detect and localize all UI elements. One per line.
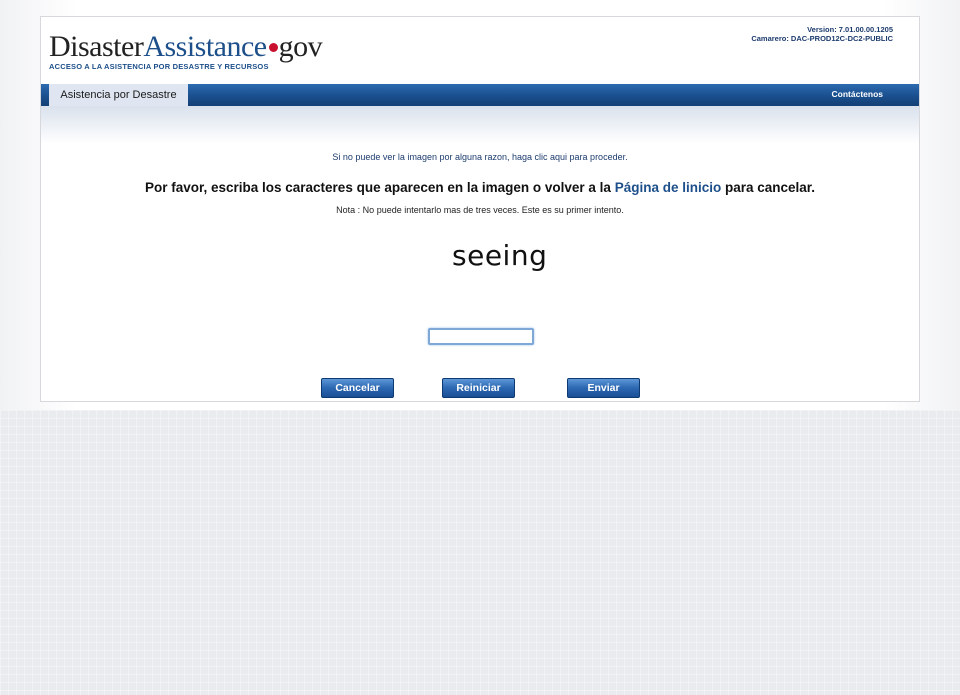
contact-link[interactable]: Contáctenos: [832, 84, 883, 106]
submit-button[interactable]: Enviar: [567, 378, 640, 398]
main-panel: DisasterAssistance gov ACCESO A LA ASISTE…: [40, 16, 920, 402]
version-text: Version: 7.01.00.00.1205: [807, 25, 893, 34]
captcha-image: seeing: [452, 239, 548, 272]
home-page-link[interactable]: Página de linicio: [615, 180, 722, 195]
logo-tagline: ACCESO A LA ASISTENCIA POR DESASTRE Y RE…: [49, 62, 269, 71]
instruction-post: para cancelar.: [721, 180, 816, 195]
site-header: DisasterAssistance gov ACCESO A LA ASISTE…: [41, 17, 919, 84]
proceed-link[interactable]: Si no puede ver la imagen por alguna raz…: [41, 152, 919, 162]
tab-disaster-assistance[interactable]: Asistencia por Desastre: [49, 84, 188, 106]
logo-wordmark: DisasterAssistance gov: [49, 30, 323, 63]
reset-button[interactable]: Reiniciar: [442, 378, 515, 398]
server-text: Camarero: DAC-PROD12C-DC2-PUBLIC: [751, 34, 893, 43]
logo-word-assistance: Assistance: [143, 30, 267, 63]
captcha-input[interactable]: [428, 328, 534, 345]
header-fade-band: [41, 106, 919, 144]
logo-word-gov: gov: [278, 30, 323, 63]
instruction-pre: Por favor, escriba los caracteres que ap…: [144, 180, 615, 195]
attempts-note: Nota : No puede intentarlo mas de tres v…: [336, 205, 624, 215]
instruction-text: Por favor, escriba los caracteres que ap…: [41, 180, 919, 195]
site-logo[interactable]: DisasterAssistance gov ACCESO A LA ASISTE…: [49, 30, 323, 72]
version-info: Version: 7.01.00.00.1205 Camarero: DAC-P…: [751, 25, 893, 43]
logo-dot-icon: [268, 43, 278, 53]
logo-word-disaster: Disaster: [49, 30, 144, 63]
nav-bar: Asistencia por Desastre Contáctenos: [41, 84, 919, 106]
cancel-button[interactable]: Cancelar: [321, 378, 394, 398]
page-background-pattern: [0, 410, 960, 695]
